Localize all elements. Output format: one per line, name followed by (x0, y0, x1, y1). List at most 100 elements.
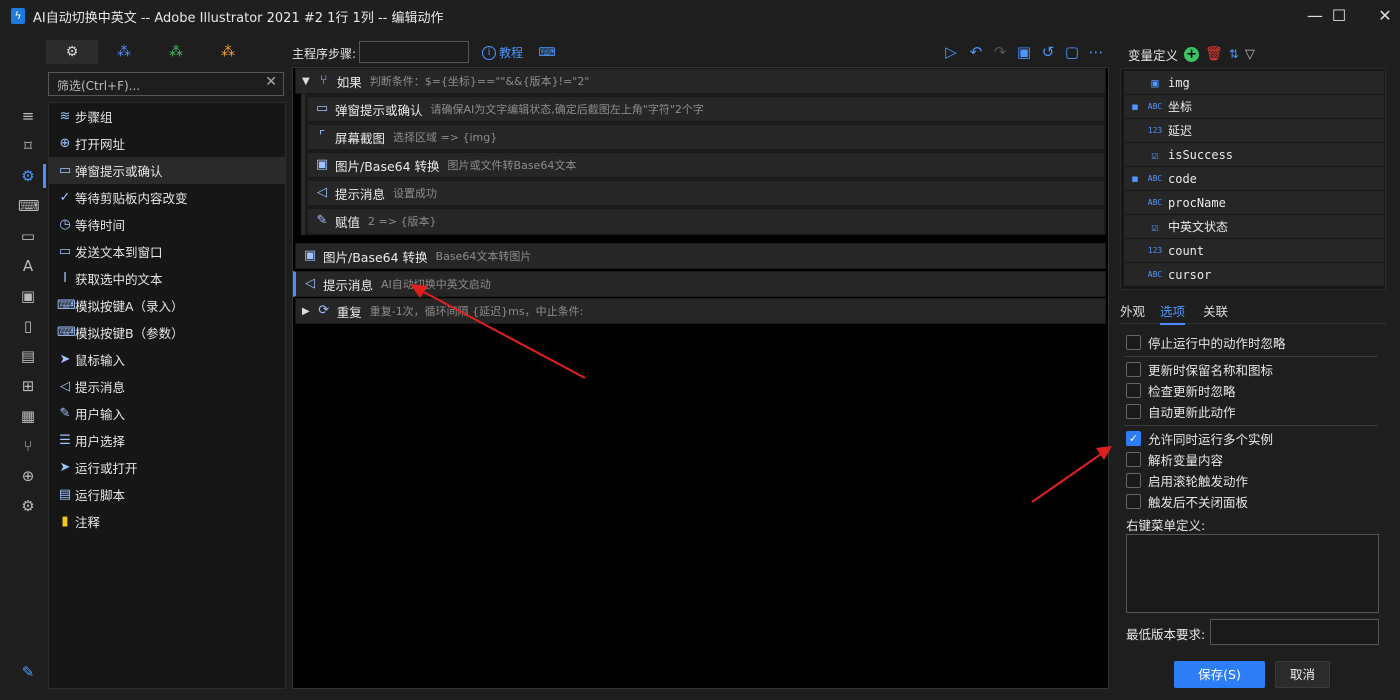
option-checkbox-row[interactable]: 启用滚轮触发动作 (1126, 471, 1248, 489)
history-icon[interactable]: ↺ (1038, 42, 1058, 62)
step-row[interactable]: ◁ 提示消息 AI自动切换中英文启动 (293, 271, 1106, 297)
delete-icon[interactable]: 🗑 (1205, 46, 1223, 62)
option-checkbox-row[interactable]: 检查更新时忽略 (1126, 381, 1236, 399)
option-checkbox-row[interactable]: 停止运行中的动作时忽略 (1126, 333, 1286, 351)
checkbox[interactable] (1126, 382, 1141, 398)
maximize-button[interactable]: ☐ (1316, 0, 1362, 32)
close-button[interactable]: ✕ (1362, 0, 1400, 32)
menu-icon[interactable]: ≡ (18, 106, 38, 126)
windows-icon[interactable]: ⊞ (18, 376, 38, 396)
action-item[interactable]: ◁ 提示消息 (49, 373, 285, 400)
collapse-icon[interactable]: ▼ (302, 76, 310, 87)
checkbox[interactable] (1126, 403, 1141, 419)
wrench-icon[interactable]: ✎ (18, 662, 38, 682)
gears-icon[interactable]: ⚙ (18, 496, 38, 516)
more-icon[interactable]: ⋯ (1086, 42, 1106, 62)
step-row[interactable]: ▣ 图片/Base64 转换 Base64文本转图片 (295, 243, 1106, 269)
action-item[interactable]: ▤ 运行脚本 (49, 481, 285, 508)
tutorial-link[interactable]: i 教程 (482, 44, 523, 61)
expand-icon[interactable]: ▶ (302, 306, 310, 317)
option-checkbox-row[interactable]: 解析变量内容 (1126, 450, 1223, 468)
font-icon[interactable]: A (18, 256, 38, 276)
keyboard-icon[interactable]: ⌨ (537, 42, 557, 62)
save-icon[interactable]: ▣ (1014, 42, 1034, 62)
step-row[interactable]: ⌜ 屏幕截图 选择区域 => {img} (307, 124, 1105, 150)
variable-row[interactable]: ☑ 中英文状态 (1124, 215, 1384, 238)
action-item[interactable]: ⌨ 模拟按键A（录入） (49, 292, 285, 319)
file-icon[interactable]: ▤ (18, 346, 38, 366)
grid-icon[interactable]: ▦ (18, 406, 38, 426)
bookmark-icon[interactable]: ⌑ (18, 136, 38, 156)
tab-options[interactable]: 选项 (1160, 301, 1186, 325)
redo-icon[interactable]: ↷ (990, 42, 1010, 62)
variable-row[interactable]: ABC procName (1124, 191, 1384, 214)
variable-row[interactable]: ABC cursor (1124, 263, 1384, 286)
filter-input[interactable]: 筛选(Ctrl+F)... ✕ (48, 72, 284, 96)
image-icon[interactable]: ▣ (18, 286, 38, 306)
variable-row[interactable]: ▪ ABC 坐标 (1124, 95, 1384, 118)
action-item[interactable]: ◷ 等待时间 (49, 211, 285, 238)
action-item[interactable]: ➤ 鼠标输入 (49, 346, 285, 373)
checkbox[interactable] (1126, 472, 1141, 488)
step-row[interactable]: ▶ ⟳ 重复 重复-1次，循环间隔 {延迟}ms，中止条件: (295, 298, 1106, 324)
step-row[interactable]: ▣ 图片/Base64 转换 图片或文件转Base64文本 (307, 152, 1105, 178)
action-item[interactable]: Ι 获取选中的文本 (49, 265, 285, 292)
cubes-blue-icon[interactable]: ⁂ (98, 40, 150, 64)
undo-icon[interactable]: ↶ (966, 42, 986, 62)
checkbox[interactable] (1126, 361, 1141, 377)
clipboard-icon[interactable]: ▯ (18, 316, 38, 336)
checkbox[interactable] (1126, 334, 1141, 350)
option-checkbox-row[interactable]: 触发后不关闭面板 (1126, 492, 1248, 510)
action-item[interactable]: ▮ 注释 (49, 508, 285, 535)
checkbox[interactable]: ✓ (1126, 430, 1141, 446)
branch-icon[interactable]: ⑂ (18, 436, 38, 456)
cancel-button[interactable]: 取消 (1275, 661, 1330, 688)
variable-row[interactable]: 123 count (1124, 239, 1384, 262)
option-checkbox-row[interactable]: 更新时保留名称和图标 (1126, 360, 1273, 378)
variable-row[interactable]: ▣ img (1124, 71, 1384, 94)
step-row[interactable]: ✎ 赋值 2 => {版本} (307, 208, 1105, 234)
variable-row[interactable]: ☑ isSuccess (1124, 143, 1384, 166)
step-row[interactable]: ◁ 提示消息 设置成功 (307, 180, 1105, 206)
script-icon: ▤ (58, 486, 72, 502)
variable-row[interactable]: 123 延迟 (1124, 119, 1384, 142)
variable-name: cursor (1168, 267, 1212, 282)
option-checkbox-row[interactable]: ✓ 允许同时运行多个实例 (1126, 429, 1273, 447)
step-row[interactable]: ▭ 弹窗提示或确认 请确保AI为文字编辑状态,确定后截图左上角"字符"2个字 (307, 96, 1105, 122)
step-row[interactable]: ▼ ⑂ 如果 判断条件：$={坐标}==""&&{版本}!="2" (295, 68, 1106, 94)
type-bool-icon: ☑ (1151, 147, 1159, 162)
tab-relations[interactable]: 关联 (1203, 301, 1228, 320)
window-icon[interactable]: ▭ (18, 226, 38, 246)
action-item[interactable]: ≋ 步骤组 (49, 103, 285, 130)
checkbox[interactable] (1126, 493, 1141, 509)
sort-icon[interactable]: ⇅ (1229, 47, 1239, 61)
gear-icon[interactable]: ⚙ (18, 166, 38, 186)
action-item[interactable]: ⌨ 模拟按键B（参数） (49, 319, 285, 346)
min-version-input[interactable] (1210, 619, 1379, 645)
action-item[interactable]: ✎ 用户输入 (49, 400, 285, 427)
run-icon[interactable]: ▷ (941, 42, 961, 62)
note-icon[interactable]: ▢ (1062, 42, 1082, 62)
save-button[interactable]: 保存(S) (1174, 661, 1265, 688)
variable-row[interactable]: ▪ ABC code (1124, 167, 1384, 190)
action-item[interactable]: ✓ 等待剪贴板内容改变 (49, 184, 285, 211)
tab-appearance[interactable]: 外观 (1120, 301, 1145, 320)
gears-icon[interactable]: ⚙ (46, 40, 98, 64)
action-item[interactable]: ⊕ 打开网址 (49, 130, 285, 157)
timer-icon: ◷ (59, 216, 71, 232)
main-steps-input[interactable] (359, 41, 469, 63)
filter-icon[interactable]: ▽ (1245, 47, 1255, 62)
action-item[interactable]: ▭ 弹窗提示或确认 (49, 157, 285, 184)
keyboard-icon[interactable]: ⌨ (18, 196, 40, 216)
action-item[interactable]: ▭ 发送文本到窗口 (49, 238, 285, 265)
clear-icon[interactable]: ✕ (265, 74, 277, 90)
checkbox[interactable] (1126, 451, 1141, 467)
action-item[interactable]: ➤ 运行或打开 (49, 454, 285, 481)
add-variable-icon[interactable]: + (1184, 46, 1200, 62)
option-checkbox-row[interactable]: 自动更新此动作 (1126, 402, 1236, 420)
cubes-orange-icon[interactable]: ⁂ (202, 40, 254, 64)
action-item[interactable]: ☰ 用户选择 (49, 427, 285, 454)
cubes-green-icon[interactable]: ⁂ (150, 40, 202, 64)
context-menu-textarea[interactable] (1126, 534, 1379, 613)
globe-icon[interactable]: ⊕ (18, 466, 38, 486)
